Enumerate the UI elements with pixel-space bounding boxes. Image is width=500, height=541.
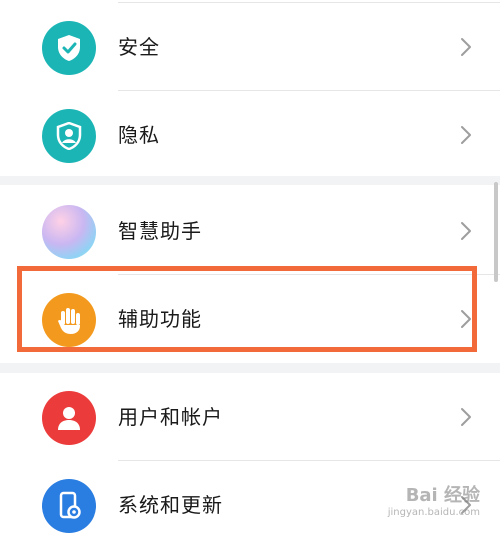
phone-settings-icon	[42, 479, 96, 533]
chevron-right-icon	[461, 222, 471, 240]
watermark-sub: jingyan.baidu.com	[387, 507, 480, 518]
settings-row-label: 用户和帐户	[118, 405, 223, 429]
settings-row-smart-assistant[interactable]: 智慧助手	[0, 187, 500, 275]
settings-row-security[interactable]: 安全	[0, 3, 500, 91]
settings-row-users-accounts[interactable]: 用户和帐户	[0, 373, 500, 461]
chevron-right-icon	[461, 126, 471, 144]
hand-icon	[42, 293, 96, 347]
smart-assistant-orb-icon	[42, 205, 96, 259]
privacy-shield-user-icon	[42, 109, 96, 163]
chevron-right-icon	[461, 310, 471, 328]
settings-group-security-privacy: 安全 隐私	[0, 0, 500, 176]
user-account-icon	[42, 391, 96, 445]
settings-row-label: 安全	[118, 35, 160, 59]
shield-check-icon	[42, 21, 96, 75]
settings-row-label: 智慧助手	[118, 219, 202, 243]
settings-row-accessibility[interactable]: 辅助功能	[0, 275, 500, 363]
settings-row-label: 隐私	[118, 123, 160, 147]
chevron-right-icon	[461, 408, 471, 426]
watermark-main: Bai 经验	[405, 485, 480, 506]
settings-row-label: 系统和更新	[118, 493, 223, 517]
chevron-right-icon	[461, 38, 471, 56]
watermark: Bai 经验 jingyan.baidu.com	[370, 485, 480, 525]
settings-row-label: 辅助功能	[118, 307, 202, 331]
settings-group-assistant-accessibility: 智慧助手 辅助功能	[0, 185, 500, 363]
settings-row-privacy[interactable]: 隐私	[0, 91, 500, 176]
scrollbar[interactable]	[494, 182, 498, 282]
